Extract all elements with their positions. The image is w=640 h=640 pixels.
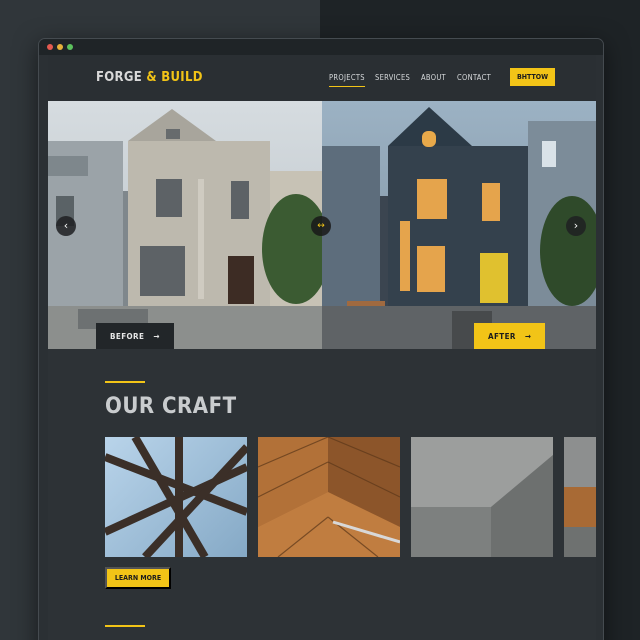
logo-word-build: BUILD: [161, 70, 203, 85]
minimize-dot-icon[interactable]: [57, 44, 63, 50]
after-image: [322, 101, 596, 349]
concrete-image[interactable]: [411, 437, 553, 557]
section-title-our-craft: OUR CRAFT: [105, 394, 237, 419]
before-label-text: BEFORE: [110, 331, 145, 341]
browser-window: FORGE & BUILD PROJECTS SERVICES ABOUT CO…: [38, 38, 604, 640]
nav-projects[interactable]: PROJECTS: [329, 73, 365, 87]
header-cta-button[interactable]: BHTTOW: [510, 68, 555, 86]
after-label-text: AFTER: [488, 331, 516, 341]
before-after-slider[interactable]: ‹ ↔ › BEFORE → AFTER →: [48, 101, 596, 349]
learn-more-button[interactable]: LEARN MORE: [105, 567, 171, 589]
logo-ampersand: &: [146, 70, 157, 85]
nav-contact[interactable]: CONTACT: [457, 73, 491, 82]
arrow-right-icon: →: [524, 331, 532, 341]
logo-word-forge: FORGE: [96, 70, 143, 85]
wood-concrete-image[interactable]: [564, 437, 596, 557]
arrow-right-icon: →: [153, 331, 160, 341]
compare-arrows-icon[interactable]: ↔: [311, 216, 331, 236]
nav-services[interactable]: SERVICES: [375, 73, 410, 82]
after-label[interactable]: AFTER →: [474, 323, 546, 349]
chevron-right-icon[interactable]: ›: [566, 216, 586, 236]
window-titlebar: [39, 39, 603, 55]
before-label[interactable]: BEFORE →: [96, 323, 174, 349]
section-accent-bar: [105, 625, 145, 627]
page-viewport: FORGE & BUILD PROJECTS SERVICES ABOUT CO…: [48, 55, 596, 640]
before-image: [48, 101, 322, 349]
site-header: FORGE & BUILD PROJECTS SERVICES ABOUT CO…: [48, 55, 596, 101]
nav-about[interactable]: ABOUT: [421, 73, 446, 82]
chevron-left-icon[interactable]: ‹: [56, 216, 76, 236]
close-dot-icon[interactable]: [47, 44, 53, 50]
wood-chevron-image[interactable]: [258, 437, 400, 557]
maximize-dot-icon[interactable]: [67, 44, 73, 50]
steel-frame-image[interactable]: [105, 437, 247, 557]
section-accent-bar: [105, 381, 145, 383]
site-logo[interactable]: FORGE & BUILD: [96, 70, 203, 85]
